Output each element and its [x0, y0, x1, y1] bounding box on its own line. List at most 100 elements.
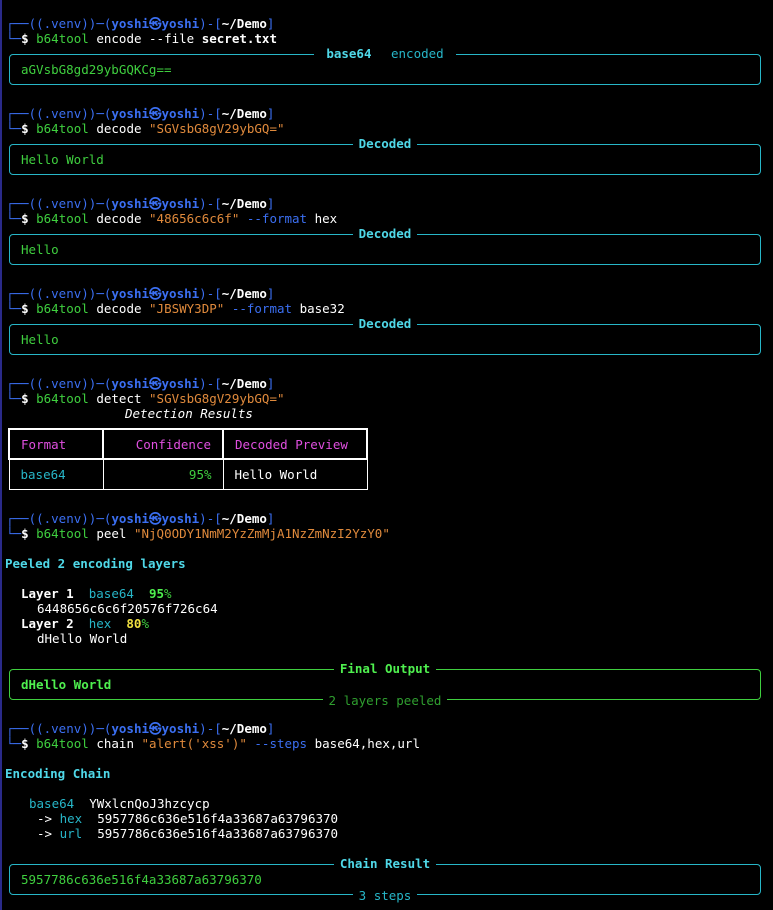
- chain-result-panel: Chain Result 5957786c636e516f4a33687a637…: [9, 856, 761, 903]
- prompt-line: ┌──((.venv))─(yoshi㉿yoshi)-[~/Demo]: [6, 376, 275, 391]
- command-tool: b64tool: [36, 211, 89, 226]
- layer-format: base64: [88, 586, 134, 601]
- command-arg: secret.txt: [201, 31, 277, 46]
- prompt-host: yoshi: [161, 511, 200, 526]
- panel-title: Decoded: [352, 136, 418, 151]
- venv-label: (.venv): [36, 196, 89, 211]
- percent-sign: %: [164, 586, 172, 601]
- command-tool: b64tool: [36, 736, 89, 751]
- prompt-user: yoshi: [111, 721, 150, 736]
- layer-line: Layer 1 base64 95%: [21, 586, 172, 601]
- venv-label: (.venv): [36, 376, 89, 391]
- venv-label: (.venv): [36, 511, 89, 526]
- command-line: └─$ b64tool decode "48656c6c6f" --format…: [6, 211, 338, 226]
- venv-label: (.venv): [36, 286, 89, 301]
- prompt-host: yoshi: [161, 16, 200, 31]
- prompt-path: ~/Demo: [221, 106, 267, 121]
- detection-caption: Detection Results: [125, 406, 253, 421]
- prompt-host: yoshi: [161, 196, 200, 211]
- prompt-user: yoshi: [111, 106, 150, 121]
- panel-title: Decoded: [352, 226, 418, 241]
- step-value: 5957786c636e516f4a33687a63796370: [97, 826, 339, 841]
- command-sub: detect: [96, 391, 142, 406]
- command-tool: b64tool: [36, 121, 89, 136]
- command-arg: "NjQ0ODY1NmM2YzZmMjA1NzZmNzI2YzY0": [133, 526, 390, 541]
- detection-table: Format Confidence Decoded Preview base64…: [8, 428, 368, 490]
- command-line: └─$ b64tool peel "NjQ0ODY1NmM2YzZmMjA1Nz…: [6, 526, 390, 541]
- column-header-confidence: Confidence: [102, 428, 224, 460]
- command-arg: "alert('xss')": [141, 736, 247, 751]
- command-flag-value: base64,hex,url: [314, 736, 420, 751]
- prompt-user: yoshi: [111, 376, 150, 391]
- command-sub: peel: [96, 526, 127, 541]
- step-format: base64: [29, 796, 75, 811]
- layer-line: Layer 2 hex 80%: [21, 616, 149, 631]
- command-sub: decode: [96, 211, 142, 226]
- command-flag: --file: [149, 31, 195, 46]
- decode-output-panel: Decoded Hello: [9, 226, 761, 265]
- percent-sign: %: [141, 616, 149, 631]
- terminal-window[interactable]: ┌──((.venv))─(yoshi㉿yoshi)-[~/Demo] └─$ …: [0, 0, 773, 910]
- step-format: url: [59, 826, 83, 841]
- panel-title: Final Output: [333, 661, 437, 676]
- step-arrow: ->: [37, 811, 53, 826]
- command-arg: "JBSWY3DP": [149, 301, 225, 316]
- prompt-line: ┌──((.venv))─(yoshi㉿yoshi)-[~/Demo]: [6, 106, 275, 121]
- command-flag: --format: [231, 301, 293, 316]
- layer-label: Layer 2: [21, 616, 74, 631]
- prompt-user: yoshi: [111, 286, 150, 301]
- command-line: └─$ b64tool decode "JBSWY3DP" --format b…: [6, 301, 345, 316]
- prompt-user: yoshi: [111, 16, 150, 31]
- prompt-line: ┌──((.venv))─(yoshi㉿yoshi)-[~/Demo]: [6, 721, 275, 736]
- panel-footer: 3 steps: [352, 888, 418, 903]
- step-format: hex: [59, 811, 83, 826]
- table-row: base64 95% Hello World: [8, 458, 368, 490]
- command-line: └─$ b64tool decode "SGVsbG8gV29ybGQ=": [6, 121, 285, 136]
- command-flag-value: base32: [299, 301, 345, 316]
- column-header-preview: Decoded Preview: [222, 428, 368, 460]
- venv-label: (.venv): [36, 721, 89, 736]
- prompt-path: ~/Demo: [221, 286, 267, 301]
- prompt-path: ~/Demo: [221, 376, 267, 391]
- prompt-host: yoshi: [161, 721, 200, 736]
- command-flag-value: hex: [314, 211, 338, 226]
- command-line: └─$ b64tool detect "SGVsbG8gV29ybGQ=": [6, 391, 285, 406]
- chain-step: base64 YWxlcnQoJ3hzcycp: [29, 796, 210, 811]
- chain-heading: Encoding Chain: [5, 766, 111, 781]
- layer-confidence: 95: [148, 586, 165, 601]
- panel-title: base64: [320, 46, 378, 61]
- command-tool: b64tool: [36, 391, 89, 406]
- panel-footer: 2 layers peeled: [322, 693, 448, 708]
- prompt-path: ~/Demo: [221, 196, 267, 211]
- prompt-line: ┌──((.venv))─(yoshi㉿yoshi)-[~/Demo]: [6, 16, 275, 31]
- venv-label: (.venv): [36, 16, 89, 31]
- prompt-user: yoshi: [111, 511, 150, 526]
- layer-value: dHello World: [37, 631, 128, 646]
- panel-body: 5957786c636e516f4a33687a63796370: [21, 872, 262, 887]
- prompt-host: yoshi: [161, 106, 200, 121]
- panel-body: Hello: [21, 332, 59, 347]
- command-line: └─$ b64tool chain "alert('xss')" --steps…: [6, 736, 420, 751]
- prompt-host: yoshi: [161, 376, 200, 391]
- panel-body: Hello World: [21, 152, 104, 167]
- command-line: └─$ b64tool encode --file secret.txt: [6, 31, 277, 46]
- layer-label: Layer 1: [21, 586, 74, 601]
- cell-preview: Hello World: [222, 458, 368, 490]
- command-arg: "SGVsbG8gV29ybGQ=": [149, 121, 285, 136]
- chain-step: -> url 5957786c636e516f4a33687a63796370: [37, 826, 338, 841]
- prompt-path: ~/Demo: [221, 721, 267, 736]
- prompt-line: ┌──((.venv))─(yoshi㉿yoshi)-[~/Demo]: [6, 286, 275, 301]
- panel-body: dHello World: [21, 677, 112, 692]
- command-tool: b64tool: [36, 301, 89, 316]
- panel-body: aGVsbG8gd29ybGQKCg==: [21, 62, 172, 77]
- command-sub: decode: [96, 121, 142, 136]
- command-arg: "SGVsbG8gV29ybGQ=": [149, 391, 285, 406]
- decode-output-panel: Decoded Hello World: [9, 136, 761, 175]
- cell-confidence: 95%: [102, 458, 224, 490]
- prompt-user: yoshi: [111, 196, 150, 211]
- step-arrow: ->: [37, 826, 53, 841]
- cell-format: base64: [8, 458, 104, 490]
- panel-body: Hello: [21, 242, 59, 257]
- command-tool: b64tool: [36, 526, 89, 541]
- layer-value: 6448656c6c6f20576f726c64: [37, 601, 218, 616]
